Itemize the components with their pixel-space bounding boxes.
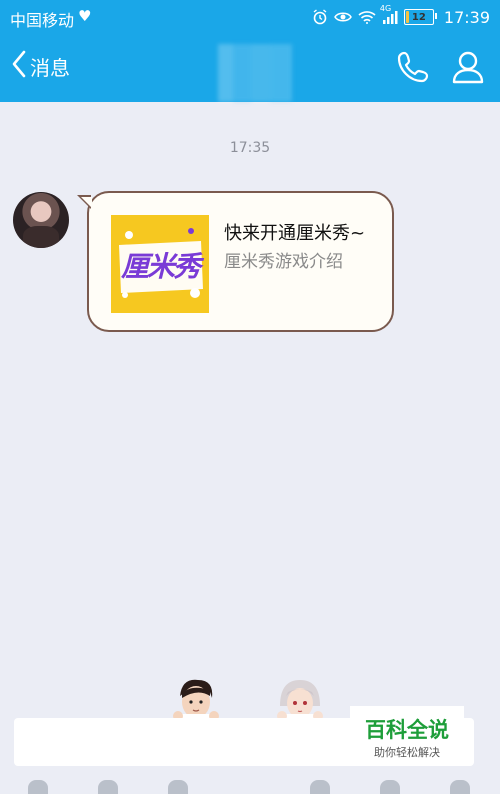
card-thumbnail: 厘米秀 [111, 215, 209, 313]
card-logo-text: 厘米秀 [120, 250, 201, 283]
heart-icon: ♥ [78, 7, 92, 25]
battery-icon: 12 [403, 9, 437, 25]
watermark-title: 百科全说 [365, 718, 449, 742]
emoji-tool-icon[interactable] [380, 780, 400, 794]
contact-profile-button[interactable] [452, 50, 484, 88]
signal-icon: 4G [380, 4, 398, 24]
phone-call-button[interactable] [396, 50, 430, 88]
message-timestamp: 17:35 [229, 140, 271, 156]
eye-icon [334, 10, 352, 24]
alarm-icon [312, 9, 328, 25]
carrier-label: 中国移动 [10, 11, 75, 30]
sender-avatar[interactable] [13, 192, 69, 248]
card-subtitle: 厘米秀游戏介绍 [224, 252, 343, 272]
status-bar: 中国移动 ♥ 4G 12 17:39 [0, 0, 500, 34]
more-tool-icon[interactable] [450, 780, 470, 794]
contact-name-blurred [218, 44, 292, 102]
female-avatar-character[interactable] [274, 676, 326, 724]
watermark-subtitle: 助你轻松解决 [374, 746, 440, 759]
network-type: 4G [379, 4, 392, 13]
back-label: 消息 [30, 55, 70, 80]
watermark-badge: 百科全说 助你轻松解决 [350, 706, 464, 766]
card-title: 快来开通厘米秀~ [224, 223, 366, 244]
voice-tool-icon[interactable] [28, 780, 48, 794]
clock: 17:39 [443, 7, 490, 27]
male-avatar-character[interactable] [170, 676, 222, 724]
chat-header: 消息 [0, 34, 500, 102]
status-icons: 4G 12 17:39 [312, 4, 490, 28]
wifi-icon [358, 10, 376, 24]
share-card-bubble[interactable]: 厘米秀 快来开通厘米秀~ 厘米秀游戏介绍 [77, 191, 394, 332]
chevron-left-icon [12, 50, 26, 82]
phone-icon [396, 51, 430, 88]
battery-level: 12 [411, 11, 426, 23]
user-icon [452, 51, 484, 88]
redpacket-tool-icon[interactable] [310, 780, 330, 794]
back-button[interactable]: 消息 [12, 50, 70, 82]
camera-tool-icon[interactable] [98, 780, 118, 794]
image-tool-icon[interactable] [168, 780, 188, 794]
